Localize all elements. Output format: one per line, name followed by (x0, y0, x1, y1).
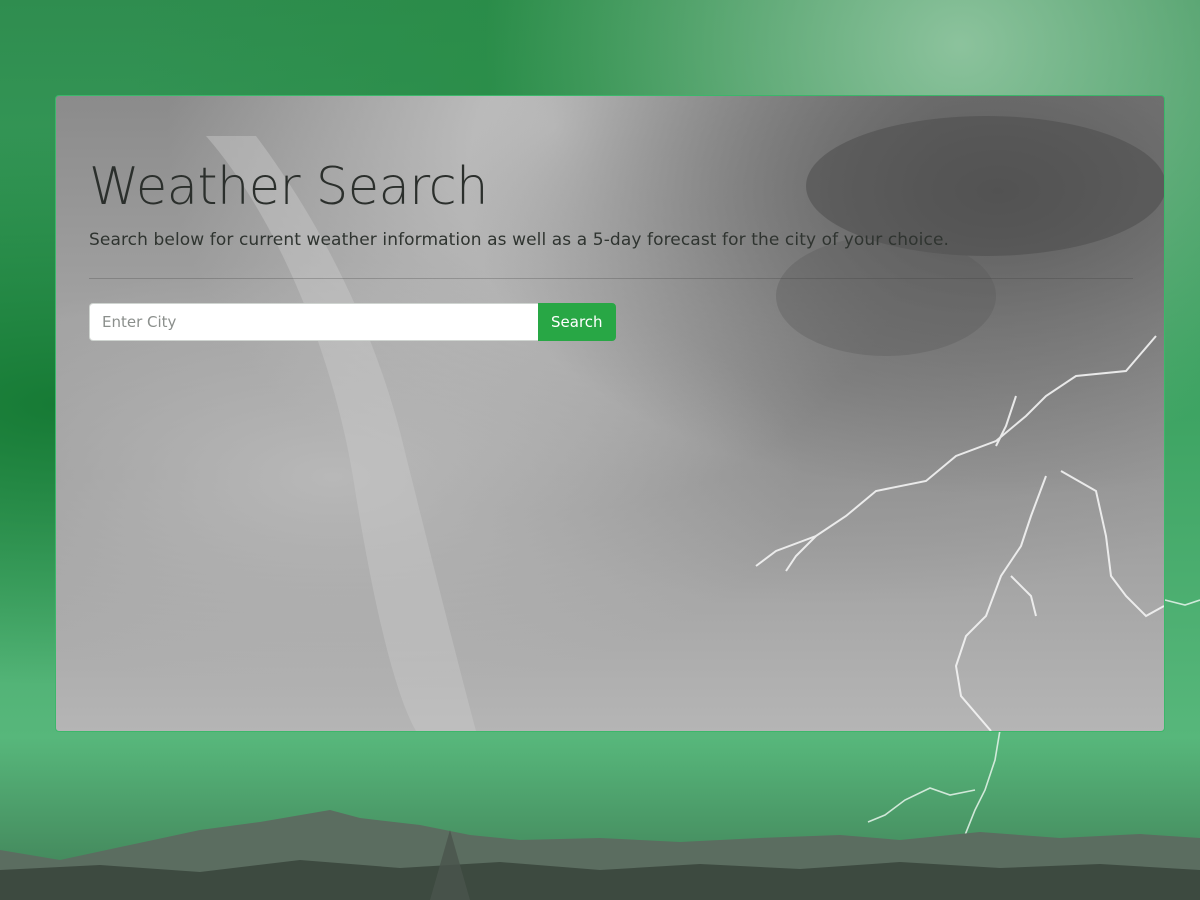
search-button[interactable]: Search (538, 303, 616, 342)
divider (89, 278, 1133, 280)
page-title: Weather Search (89, 157, 488, 217)
jumbotron-content: Weather Search Search below for current … (89, 156, 1133, 342)
landscape-silhouette (0, 790, 1200, 900)
city-search-form: Search (89, 303, 1133, 342)
city-search-input[interactable] (89, 303, 538, 342)
page-description: Search below for current weather informa… (89, 230, 950, 251)
jumbotron-panel: Weather Search Search below for current … (55, 95, 1165, 732)
